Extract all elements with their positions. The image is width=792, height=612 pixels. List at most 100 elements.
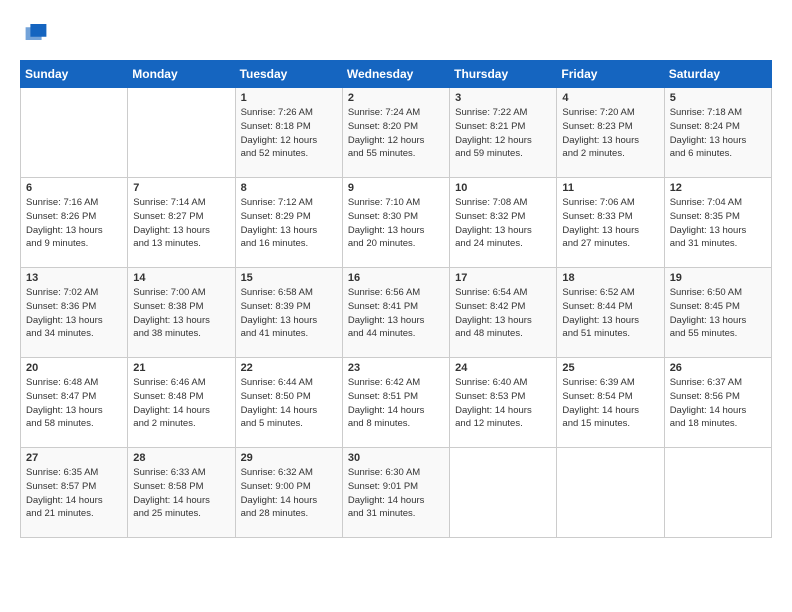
- day-info: Sunrise: 7:14 AM Sunset: 8:27 PM Dayligh…: [133, 196, 229, 251]
- day-info: Sunrise: 7:20 AM Sunset: 8:23 PM Dayligh…: [562, 106, 658, 161]
- calendar-cell: 20 Sunrise: 6:48 AM Sunset: 8:47 PM Dayli…: [21, 358, 128, 448]
- calendar-cell: [21, 88, 128, 178]
- day-number: 13: [26, 272, 122, 284]
- calendar-cell: 2 Sunrise: 7:24 AM Sunset: 8:20 PM Daylig…: [342, 88, 449, 178]
- day-number: 16: [348, 272, 444, 284]
- calendar-week-2: 6 Sunrise: 7:16 AM Sunset: 8:26 PM Daylig…: [21, 178, 772, 268]
- calendar-cell: 4 Sunrise: 7:20 AM Sunset: 8:23 PM Daylig…: [557, 88, 664, 178]
- day-number: 11: [562, 182, 658, 194]
- calendar-cell: 17 Sunrise: 6:54 AM Sunset: 8:42 PM Dayli…: [450, 268, 557, 358]
- calendar-cell: 10Sunrise: 7:08 AM Sunset: 8:32 PM Dayli…: [450, 178, 557, 268]
- day-info: Sunrise: 6:30 AM Sunset: 9:01 PM Dayligh…: [348, 466, 444, 521]
- calendar-cell: [557, 448, 664, 538]
- calendar-week-4: 20 Sunrise: 6:48 AM Sunset: 8:47 PM Dayli…: [21, 358, 772, 448]
- day-info: Sunrise: 6:58 AM Sunset: 8:39 PM Dayligh…: [241, 286, 337, 341]
- calendar-cell: 27 Sunrise: 6:35 AM Sunset: 8:57 PM Dayli…: [21, 448, 128, 538]
- day-info: Sunrise: 7:18 AM Sunset: 8:24 PM Dayligh…: [670, 106, 766, 161]
- day-number: 3: [455, 92, 551, 104]
- day-number: 27: [26, 452, 122, 464]
- day-number: 25: [562, 362, 658, 374]
- day-number: 8: [241, 182, 337, 194]
- column-header-monday: Monday: [128, 61, 235, 88]
- day-number: 2: [348, 92, 444, 104]
- calendar-cell: 25 Sunrise: 6:39 AM Sunset: 8:54 PM Dayli…: [557, 358, 664, 448]
- calendar-cell: 18 Sunrise: 6:52 AM Sunset: 8:44 PM Dayli…: [557, 268, 664, 358]
- day-number: 18: [562, 272, 658, 284]
- day-info: Sunrise: 6:42 AM Sunset: 8:51 PM Dayligh…: [348, 376, 444, 431]
- day-number: 4: [562, 92, 658, 104]
- calendar-table: SundayMondayTuesdayWednesdayThursdayFrid…: [20, 60, 772, 538]
- day-number: 10: [455, 182, 551, 194]
- day-number: 7: [133, 182, 229, 194]
- calendar-cell: 22 Sunrise: 6:44 AM Sunset: 8:50 PM Dayli…: [235, 358, 342, 448]
- column-header-thursday: Thursday: [450, 61, 557, 88]
- calendar-cell: [664, 448, 771, 538]
- day-number: 1: [241, 92, 337, 104]
- day-number: 29: [241, 452, 337, 464]
- day-info: Sunrise: 6:33 AM Sunset: 8:58 PM Dayligh…: [133, 466, 229, 521]
- day-info: Sunrise: 6:52 AM Sunset: 8:44 PM Dayligh…: [562, 286, 658, 341]
- day-number: 14: [133, 272, 229, 284]
- page-header: [20, 20, 772, 44]
- day-info: Sunrise: 7:24 AM Sunset: 8:20 PM Dayligh…: [348, 106, 444, 161]
- day-info: Sunrise: 7:10 AM Sunset: 8:30 PM Dayligh…: [348, 196, 444, 251]
- day-number: 30: [348, 452, 444, 464]
- day-number: 20: [26, 362, 122, 374]
- day-info: Sunrise: 7:00 AM Sunset: 8:38 PM Dayligh…: [133, 286, 229, 341]
- calendar-cell: [450, 448, 557, 538]
- calendar-week-1: 1 Sunrise: 7:26 AM Sunset: 8:18 PM Daylig…: [21, 88, 772, 178]
- day-info: Sunrise: 6:39 AM Sunset: 8:54 PM Dayligh…: [562, 376, 658, 431]
- day-info: Sunrise: 6:32 AM Sunset: 9:00 PM Dayligh…: [241, 466, 337, 521]
- column-header-tuesday: Tuesday: [235, 61, 342, 88]
- column-header-saturday: Saturday: [664, 61, 771, 88]
- calendar-cell: 9 Sunrise: 7:10 AM Sunset: 8:30 PM Daylig…: [342, 178, 449, 268]
- calendar-header-row: SundayMondayTuesdayWednesdayThursdayFrid…: [21, 61, 772, 88]
- calendar-cell: 7 Sunrise: 7:14 AM Sunset: 8:27 PM Daylig…: [128, 178, 235, 268]
- calendar-cell: 23 Sunrise: 6:42 AM Sunset: 8:51 PM Dayli…: [342, 358, 449, 448]
- calendar-cell: 12Sunrise: 7:04 AM Sunset: 8:35 PM Dayli…: [664, 178, 771, 268]
- calendar-cell: 14 Sunrise: 7:00 AM Sunset: 8:38 PM Dayli…: [128, 268, 235, 358]
- calendar-cell: 19Sunrise: 6:50 AM Sunset: 8:45 PM Dayli…: [664, 268, 771, 358]
- calendar-cell: 28Sunrise: 6:33 AM Sunset: 8:58 PM Dayli…: [128, 448, 235, 538]
- calendar-cell: 11 Sunrise: 7:06 AM Sunset: 8:33 PM Dayli…: [557, 178, 664, 268]
- day-number: 21: [133, 362, 229, 374]
- calendar-cell: 8 Sunrise: 7:12 AM Sunset: 8:29 PM Daylig…: [235, 178, 342, 268]
- calendar-cell: 29 Sunrise: 6:32 AM Sunset: 9:00 PM Dayli…: [235, 448, 342, 538]
- logo-icon: [24, 20, 48, 44]
- day-number: 24: [455, 362, 551, 374]
- calendar-cell: 30 Sunrise: 6:30 AM Sunset: 9:01 PM Dayli…: [342, 448, 449, 538]
- day-number: 26: [670, 362, 766, 374]
- day-info: Sunrise: 6:44 AM Sunset: 8:50 PM Dayligh…: [241, 376, 337, 431]
- day-info: Sunrise: 6:46 AM Sunset: 8:48 PM Dayligh…: [133, 376, 229, 431]
- day-number: 6: [26, 182, 122, 194]
- calendar-cell: 24 Sunrise: 6:40 AM Sunset: 8:53 PM Dayli…: [450, 358, 557, 448]
- day-info: Sunrise: 6:48 AM Sunset: 8:47 PM Dayligh…: [26, 376, 122, 431]
- calendar-cell: 13Sunrise: 7:02 AM Sunset: 8:36 PM Dayli…: [21, 268, 128, 358]
- day-info: Sunrise: 7:22 AM Sunset: 8:21 PM Dayligh…: [455, 106, 551, 161]
- day-info: Sunrise: 6:40 AM Sunset: 8:53 PM Dayligh…: [455, 376, 551, 431]
- day-number: 22: [241, 362, 337, 374]
- day-info: Sunrise: 6:54 AM Sunset: 8:42 PM Dayligh…: [455, 286, 551, 341]
- day-info: Sunrise: 7:26 AM Sunset: 8:18 PM Dayligh…: [241, 106, 337, 161]
- day-info: Sunrise: 7:04 AM Sunset: 8:35 PM Dayligh…: [670, 196, 766, 251]
- day-number: 5: [670, 92, 766, 104]
- calendar-cell: 21 Sunrise: 6:46 AM Sunset: 8:48 PM Dayli…: [128, 358, 235, 448]
- day-info: Sunrise: 6:35 AM Sunset: 8:57 PM Dayligh…: [26, 466, 122, 521]
- calendar-cell: 5 Sunrise: 7:18 AM Sunset: 8:24 PM Daylig…: [664, 88, 771, 178]
- day-number: 9: [348, 182, 444, 194]
- day-info: Sunrise: 6:37 AM Sunset: 8:56 PM Dayligh…: [670, 376, 766, 431]
- column-header-friday: Friday: [557, 61, 664, 88]
- day-number: 23: [348, 362, 444, 374]
- day-info: Sunrise: 6:56 AM Sunset: 8:41 PM Dayligh…: [348, 286, 444, 341]
- day-number: 15: [241, 272, 337, 284]
- calendar-cell: 15 Sunrise: 6:58 AM Sunset: 8:39 PM Dayli…: [235, 268, 342, 358]
- column-header-wednesday: Wednesday: [342, 61, 449, 88]
- day-number: 17: [455, 272, 551, 284]
- calendar-cell: [128, 88, 235, 178]
- calendar-week-5: 27 Sunrise: 6:35 AM Sunset: 8:57 PM Dayli…: [21, 448, 772, 538]
- day-info: Sunrise: 7:12 AM Sunset: 8:29 PM Dayligh…: [241, 196, 337, 251]
- day-info: Sunrise: 7:06 AM Sunset: 8:33 PM Dayligh…: [562, 196, 658, 251]
- day-number: 19: [670, 272, 766, 284]
- calendar-cell: 1 Sunrise: 7:26 AM Sunset: 8:18 PM Daylig…: [235, 88, 342, 178]
- day-info: Sunrise: 7:16 AM Sunset: 8:26 PM Dayligh…: [26, 196, 122, 251]
